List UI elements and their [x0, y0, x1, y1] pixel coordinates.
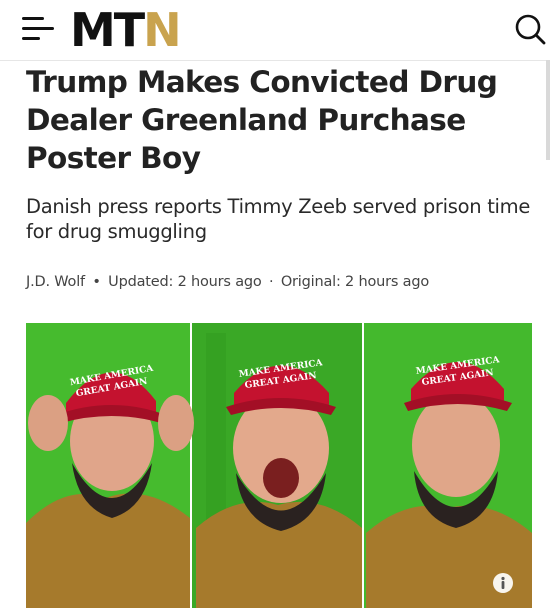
- hamburger-menu-icon[interactable]: [22, 14, 58, 44]
- author-link[interactable]: J.D. Wolf: [26, 274, 85, 290]
- info-icon[interactable]: [492, 572, 514, 594]
- menu-line: [22, 37, 40, 40]
- byline: J.D. Wolf • Updated: 2 hours ago · Origi…: [26, 272, 536, 292]
- original-time: Original: 2 hours ago: [280, 274, 430, 290]
- article-title: Trump Makes Convicted Drug Dealer Greenl…: [26, 65, 498, 175]
- byline-bullet: •: [92, 274, 101, 290]
- article-subtitle: Danish press reports Timmy Zeeb served p…: [26, 195, 531, 243]
- scrollbar-thumb[interactable]: [546, 60, 550, 160]
- site-header: MTN: [0, 0, 550, 61]
- search-icon[interactable]: [513, 12, 547, 46]
- updated-time: Updated: 2 hours ago: [108, 274, 262, 290]
- logo-part-mt: MT: [70, 3, 145, 57]
- byline-dot: ·: [268, 274, 274, 290]
- logo-part-n: N: [143, 3, 181, 57]
- menu-line: [22, 27, 54, 30]
- article-hero-image[interactable]: MAKE AMERICA GREAT AGAIN MAKE AMERICA GR…: [26, 323, 532, 608]
- menu-line: [22, 17, 44, 20]
- site-logo[interactable]: MTN: [70, 2, 182, 58]
